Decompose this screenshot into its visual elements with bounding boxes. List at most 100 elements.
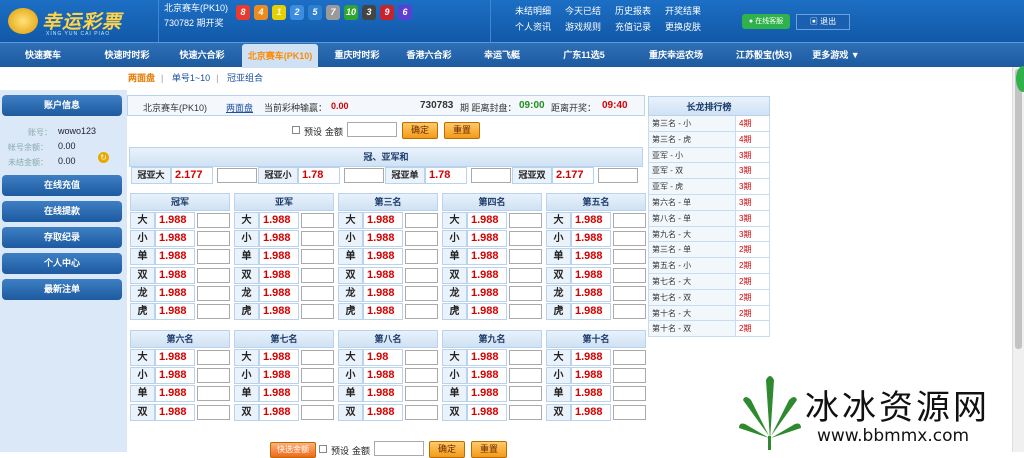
- bet-amount-input[interactable]: [509, 386, 542, 402]
- bet-odds[interactable]: 1.988: [571, 248, 611, 266]
- bet-odds[interactable]: 1.988: [363, 284, 403, 302]
- bet-odds[interactable]: 1.988: [259, 212, 299, 229]
- bet-odds[interactable]: 1.988: [571, 284, 611, 302]
- nav-tab[interactable]: 重庆幸运农场: [634, 43, 718, 68]
- subnav-champion-combo[interactable]: 冠亚组合: [227, 73, 263, 83]
- bet-amount-input[interactable]: [301, 350, 334, 365]
- amount-input[interactable]: [374, 441, 424, 456]
- bet-odds[interactable]: 1.988: [363, 266, 403, 284]
- bet-odds[interactable]: 1.988: [363, 367, 403, 385]
- bet-amount-input[interactable]: [405, 231, 438, 247]
- nav-tab[interactable]: 幸运飞艇: [468, 43, 536, 68]
- bet-odds[interactable]: 1.988: [259, 385, 299, 403]
- bet-amount-input[interactable]: [301, 213, 334, 228]
- subnav-single-number[interactable]: 单号1~10: [172, 73, 210, 83]
- amount-input[interactable]: [347, 122, 397, 137]
- gy-odds[interactable]: 2.177: [552, 167, 594, 184]
- bet-amount-input[interactable]: [197, 285, 230, 301]
- bet-amount-input[interactable]: [509, 350, 542, 365]
- bet-odds[interactable]: 1.98: [363, 349, 403, 366]
- bet-amount-input[interactable]: [613, 267, 646, 283]
- bet-amount-input[interactable]: [197, 386, 230, 402]
- gy-amount-input[interactable]: [471, 168, 511, 183]
- logout-button[interactable]: ▣ 退出: [796, 14, 850, 30]
- bet-amount-input[interactable]: [405, 267, 438, 283]
- bet-odds[interactable]: 1.988: [259, 367, 299, 385]
- bet-amount-input[interactable]: [509, 368, 542, 384]
- reset-button[interactable]: 重置: [471, 441, 507, 458]
- bet-amount-input[interactable]: [197, 213, 230, 228]
- bet-amount-input[interactable]: [197, 249, 230, 265]
- bet-odds[interactable]: 1.988: [571, 212, 611, 229]
- bet-amount-input[interactable]: [509, 267, 542, 283]
- top-link[interactable]: 游戏规则: [565, 20, 601, 33]
- nav-tab[interactable]: 快速六合彩: [166, 43, 238, 68]
- bet-odds[interactable]: 1.988: [467, 403, 507, 421]
- bet-odds[interactable]: 1.988: [259, 403, 299, 421]
- bet-odds[interactable]: 1.988: [259, 303, 299, 320]
- bet-amount-input[interactable]: [613, 285, 646, 301]
- nav-tab[interactable]: 重庆时时彩: [324, 43, 390, 68]
- bet-odds[interactable]: 1.988: [363, 403, 403, 421]
- nav-tab[interactable]: 快速赛车: [6, 43, 80, 68]
- bet-odds[interactable]: 1.988: [467, 385, 507, 403]
- reset-button[interactable]: 重置: [444, 122, 480, 139]
- bet-odds[interactable]: 1.988: [155, 367, 195, 385]
- bet-amount-input[interactable]: [509, 304, 542, 319]
- bet-amount-input[interactable]: [301, 285, 334, 301]
- bet-odds[interactable]: 1.988: [571, 266, 611, 284]
- nav-tab[interactable]: 香港六合彩: [396, 43, 462, 68]
- confirm-button[interactable]: 确定: [402, 122, 438, 139]
- bet-odds[interactable]: 1.988: [363, 230, 403, 248]
- refresh-icon[interactable]: ↻: [98, 152, 109, 163]
- scrollbar-thumb[interactable]: [1015, 69, 1022, 349]
- bet-amount-input[interactable]: [405, 304, 438, 319]
- nav-tab[interactable]: 快速时时彩: [92, 43, 162, 68]
- bet-odds[interactable]: 1.988: [571, 349, 611, 366]
- bet-odds[interactable]: 1.988: [363, 212, 403, 229]
- gy-odds[interactable]: 1.78: [298, 167, 340, 184]
- bet-amount-input[interactable]: [405, 213, 438, 228]
- top-link[interactable]: 更换皮肤: [665, 20, 701, 33]
- bet-odds[interactable]: 1.988: [467, 230, 507, 248]
- bet-odds[interactable]: 1.988: [571, 367, 611, 385]
- bet-odds[interactable]: 1.988: [155, 403, 195, 421]
- side-menu-item[interactable]: 在线充值: [2, 175, 122, 196]
- bet-odds[interactable]: 1.988: [571, 403, 611, 421]
- bet-amount-input[interactable]: [613, 249, 646, 265]
- bet-amount-input[interactable]: [509, 231, 542, 247]
- bet-odds[interactable]: 1.988: [155, 349, 195, 366]
- bet-amount-input[interactable]: [405, 285, 438, 301]
- bet-amount-input[interactable]: [301, 249, 334, 265]
- bet-amount-input[interactable]: [197, 267, 230, 283]
- bet-odds[interactable]: 1.988: [467, 303, 507, 320]
- bet-amount-input[interactable]: [509, 285, 542, 301]
- bet-amount-input[interactable]: [301, 404, 334, 420]
- bet-odds[interactable]: 1.988: [155, 303, 195, 320]
- bet-amount-input[interactable]: [405, 386, 438, 402]
- bet-amount-input[interactable]: [301, 231, 334, 247]
- gy-amount-input[interactable]: [598, 168, 638, 183]
- bet-odds[interactable]: 1.988: [467, 349, 507, 366]
- bet-odds[interactable]: 1.988: [259, 349, 299, 366]
- bet-amount-input[interactable]: [405, 404, 438, 420]
- bet-odds[interactable]: 1.988: [259, 266, 299, 284]
- quick-amount-button[interactable]: 快选金额: [270, 442, 316, 458]
- bet-odds[interactable]: 1.988: [155, 385, 195, 403]
- floating-service-tab[interactable]: [1016, 66, 1024, 92]
- bet-amount-input[interactable]: [613, 368, 646, 384]
- bet-amount-input[interactable]: [197, 404, 230, 420]
- bet-amount-input[interactable]: [613, 386, 646, 402]
- bet-odds[interactable]: 1.988: [155, 248, 195, 266]
- bet-odds[interactable]: 1.988: [467, 266, 507, 284]
- side-menu-item[interactable]: 存取纪录: [2, 227, 122, 248]
- bet-amount-input[interactable]: [301, 368, 334, 384]
- brand-logo[interactable]: 幸运彩票 XING YUN CAI PIAO: [6, 4, 156, 38]
- bet-amount-input[interactable]: [613, 213, 646, 228]
- gy-odds[interactable]: 1.78: [425, 167, 467, 184]
- bet-odds[interactable]: 1.988: [259, 284, 299, 302]
- gy-amount-input[interactable]: [217, 168, 257, 183]
- side-menu-item[interactable]: 最新注单: [2, 279, 122, 300]
- side-menu-item[interactable]: 个人中心: [2, 253, 122, 274]
- bet-odds[interactable]: 1.988: [467, 212, 507, 229]
